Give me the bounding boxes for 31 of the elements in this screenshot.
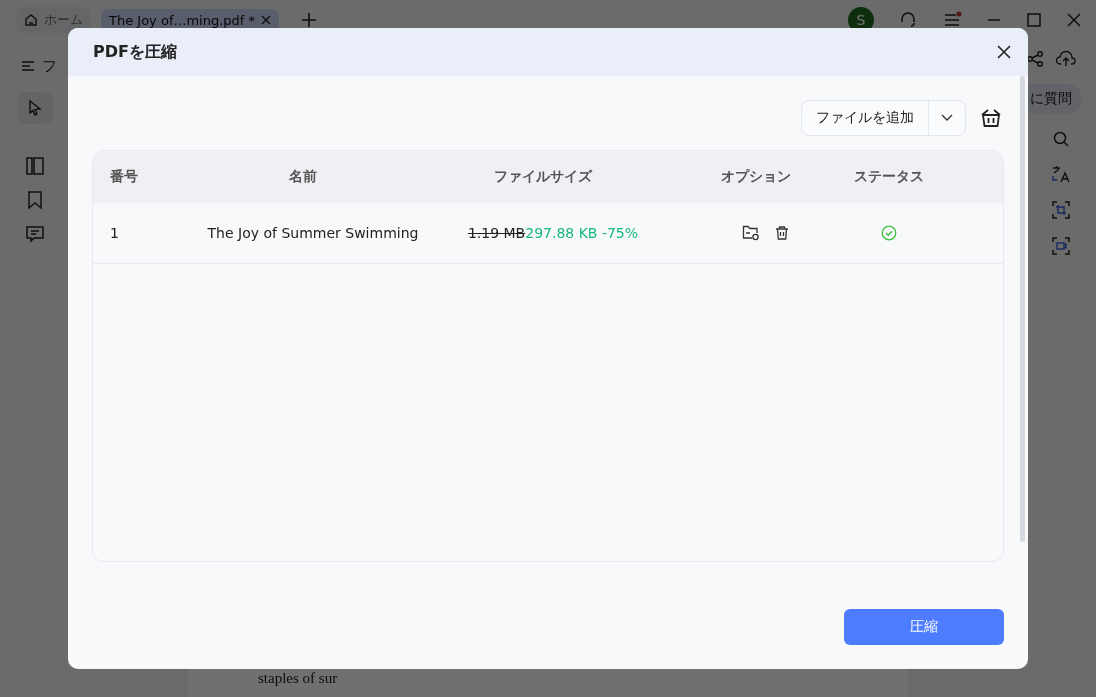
compressed-size: 297.88 KB -75% [525,225,639,241]
select-tool-button[interactable] [17,92,53,124]
cloud-upload-icon[interactable] [1056,50,1076,68]
share-icon[interactable] [1026,50,1044,68]
cursor-icon [26,99,44,117]
close-icon[interactable] [997,45,1011,59]
column-header: 名前 [288,168,318,186]
crop-icon[interactable] [1051,200,1071,220]
panel-icon[interactable] [25,156,45,176]
caret-icon [941,114,953,122]
home-icon [24,13,38,27]
new-tab-icon[interactable] [301,12,318,28]
table-cell-text: 1 [109,225,120,241]
table-cell-text: The Joy of Summer Swimming [206,225,420,241]
compress-button[interactable]: 圧縮 [844,609,1004,645]
column-header: 番号 [109,168,139,186]
folder-icon[interactable] [742,225,760,241]
bookmark-icon[interactable] [25,190,45,210]
column-header: オプション [720,168,792,186]
menu-label[interactable]: フ [42,56,57,76]
search-icon[interactable] [1052,130,1070,148]
dialog-title: PDFを圧縮 [93,41,177,63]
original-size: 1.19 MB [467,225,526,241]
screen-record-icon[interactable] [1051,236,1071,256]
document-text: staples of sur [258,670,338,687]
translate-icon[interactable] [1051,164,1071,184]
comment-icon[interactable] [25,224,45,244]
maximize-icon[interactable] [1026,12,1042,28]
add-file-button[interactable]: ファイルを追加 [802,101,929,135]
column-header: ステータス [853,168,925,186]
column-header: ファイルサイズ [493,168,594,186]
